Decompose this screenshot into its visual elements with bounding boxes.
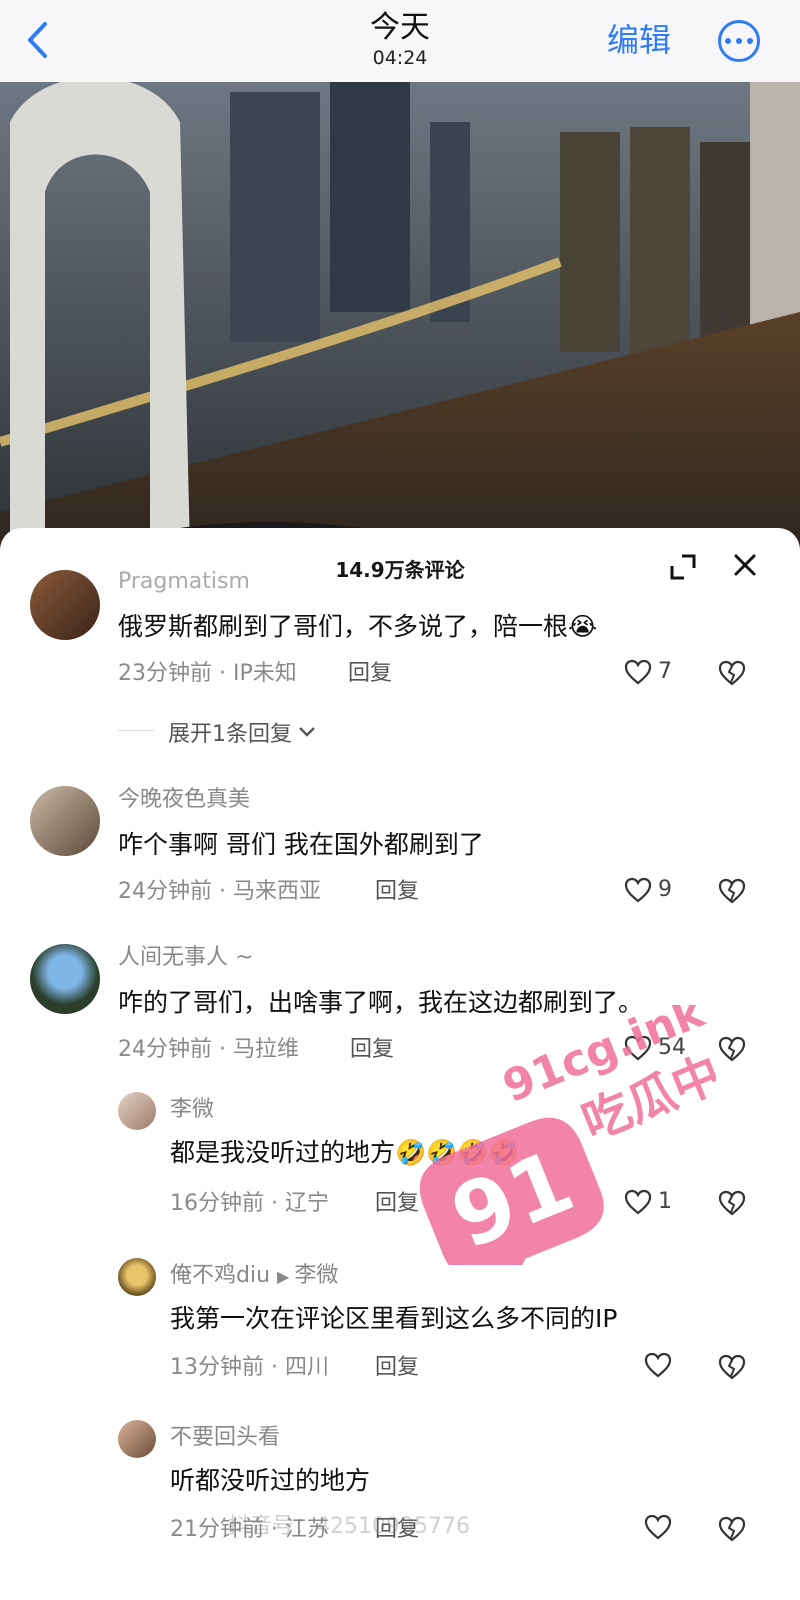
like-button[interactable] bbox=[644, 1352, 672, 1378]
like-button[interactable]: 7 bbox=[624, 658, 672, 686]
like-button[interactable]: 1 bbox=[624, 1188, 672, 1216]
chevron-down-icon bbox=[299, 727, 315, 737]
reply-header: 俺不鸡diu ▶ 李微 bbox=[170, 1262, 338, 1291]
edit-button[interactable]: 编辑 bbox=[607, 20, 671, 60]
back-button[interactable] bbox=[20, 20, 54, 60]
reply-button[interactable]: 回复 bbox=[375, 1354, 419, 1382]
reply-text: 都是我没听过的地方🤣🤣🤣🤣 bbox=[170, 1138, 520, 1167]
avatar[interactable] bbox=[30, 944, 100, 1014]
reply-meta: 13分钟前 · 四川 bbox=[170, 1355, 329, 1380]
heart-icon bbox=[624, 1189, 652, 1215]
reply-text: 我第一次在评论区里看到这么多不同的IP bbox=[170, 1304, 618, 1333]
reply-username[interactable]: 李微 bbox=[170, 1096, 214, 1124]
title-time: 04:24 bbox=[372, 47, 428, 69]
divider-line bbox=[118, 730, 154, 731]
dot bbox=[747, 38, 753, 44]
title-day: 今天 bbox=[370, 10, 430, 45]
like-button[interactable] bbox=[644, 1514, 672, 1540]
comment-text: 俄罗斯都刷到了哥们，不多说了，陪一根😭 bbox=[118, 612, 598, 641]
dot bbox=[736, 38, 742, 44]
expand-replies-button[interactable]: 展开1条回复 bbox=[168, 716, 316, 748]
like-count: 9 bbox=[658, 877, 672, 902]
broken-heart-icon[interactable] bbox=[718, 1036, 746, 1062]
avatar[interactable] bbox=[118, 1258, 156, 1296]
reply-time: 16分钟前 bbox=[170, 1191, 264, 1216]
reply-username[interactable]: 不要回头看 bbox=[170, 1424, 280, 1452]
avatar[interactable] bbox=[30, 570, 100, 640]
reply-username[interactable]: 俺不鸡diu bbox=[170, 1263, 270, 1288]
reply-location: 辽宁 bbox=[284, 1191, 329, 1216]
heart-icon bbox=[624, 1035, 652, 1061]
comment-location: 马来西亚 bbox=[232, 879, 321, 904]
heart-icon bbox=[624, 659, 652, 685]
page-title: 今天 04:24 bbox=[300, 10, 500, 70]
comment-username[interactable]: 人间无事人 ~ bbox=[118, 944, 253, 972]
like-count: 54 bbox=[658, 1035, 686, 1060]
dot bbox=[725, 38, 731, 44]
like-button[interactable]: 54 bbox=[624, 1034, 686, 1062]
heart-icon bbox=[644, 1352, 672, 1378]
avatar[interactable] bbox=[30, 786, 100, 856]
comment-username[interactable]: Pragmatism bbox=[118, 568, 250, 596]
heart-icon bbox=[644, 1514, 672, 1540]
avatar[interactable] bbox=[118, 1092, 156, 1130]
reply-to-username[interactable]: 李微 bbox=[294, 1263, 338, 1288]
comment-location: 马拉维 bbox=[232, 1037, 299, 1062]
comment-time: 24分钟前 bbox=[118, 1037, 212, 1062]
like-count: 7 bbox=[658, 659, 672, 684]
like-count: 1 bbox=[658, 1189, 672, 1214]
city-night-image bbox=[0, 82, 800, 552]
tiktok-id-watermark: 抖音号：42510995776 bbox=[228, 1514, 470, 1539]
broken-heart-icon[interactable] bbox=[718, 878, 746, 904]
broken-heart-icon[interactable] bbox=[718, 1354, 746, 1380]
top-bar: 今天 04:24 编辑 bbox=[0, 0, 800, 82]
comment-meta: 23分钟前 · IP未知 bbox=[118, 661, 297, 686]
broken-heart-icon[interactable] bbox=[718, 660, 746, 686]
comment-meta: 24分钟前 · 马拉维 bbox=[118, 1037, 299, 1062]
reply-location: 四川 bbox=[284, 1355, 329, 1380]
reply-meta: 16分钟前 · 辽宁 bbox=[170, 1191, 329, 1216]
chevron-left-icon bbox=[28, 22, 47, 58]
expand-icon[interactable] bbox=[668, 552, 698, 582]
reply-button[interactable]: 回复 bbox=[375, 878, 419, 906]
like-button[interactable]: 9 bbox=[624, 876, 672, 904]
comment-time: 24分钟前 bbox=[118, 879, 212, 904]
expand-replies-label: 展开1条回复 bbox=[168, 722, 292, 747]
comment-text: 咋的了哥们，出啥事了啊，我在这边都刷到了。 bbox=[118, 988, 644, 1017]
close-icon[interactable] bbox=[730, 550, 760, 580]
background-photo bbox=[0, 82, 800, 552]
broken-heart-icon[interactable] bbox=[718, 1516, 746, 1542]
more-button[interactable] bbox=[718, 20, 760, 62]
reply-button[interactable]: 回复 bbox=[348, 660, 392, 688]
comment-text: 咋个事啊 哥们 我在国外都刷到了 bbox=[118, 830, 484, 859]
reply-time: 13分钟前 bbox=[170, 1355, 264, 1380]
reply-button[interactable]: 回复 bbox=[375, 1190, 419, 1218]
caret-right-icon: ▶ bbox=[277, 1267, 295, 1286]
heart-icon bbox=[624, 877, 652, 903]
comment-time: 23分钟前 bbox=[118, 661, 212, 686]
comment-username[interactable]: 今晚夜色真美 bbox=[118, 786, 250, 814]
comment-count-title: 14.9万条评论 bbox=[335, 558, 465, 582]
reply-button[interactable]: 回复 bbox=[350, 1036, 394, 1064]
comment-meta: 24分钟前 · 马来西亚 bbox=[118, 879, 321, 904]
broken-heart-icon[interactable] bbox=[718, 1190, 746, 1216]
comment-location: IP未知 bbox=[232, 661, 297, 686]
reply-text: 听都没听过的地方 bbox=[170, 1466, 371, 1495]
avatar[interactable] bbox=[118, 1420, 156, 1458]
